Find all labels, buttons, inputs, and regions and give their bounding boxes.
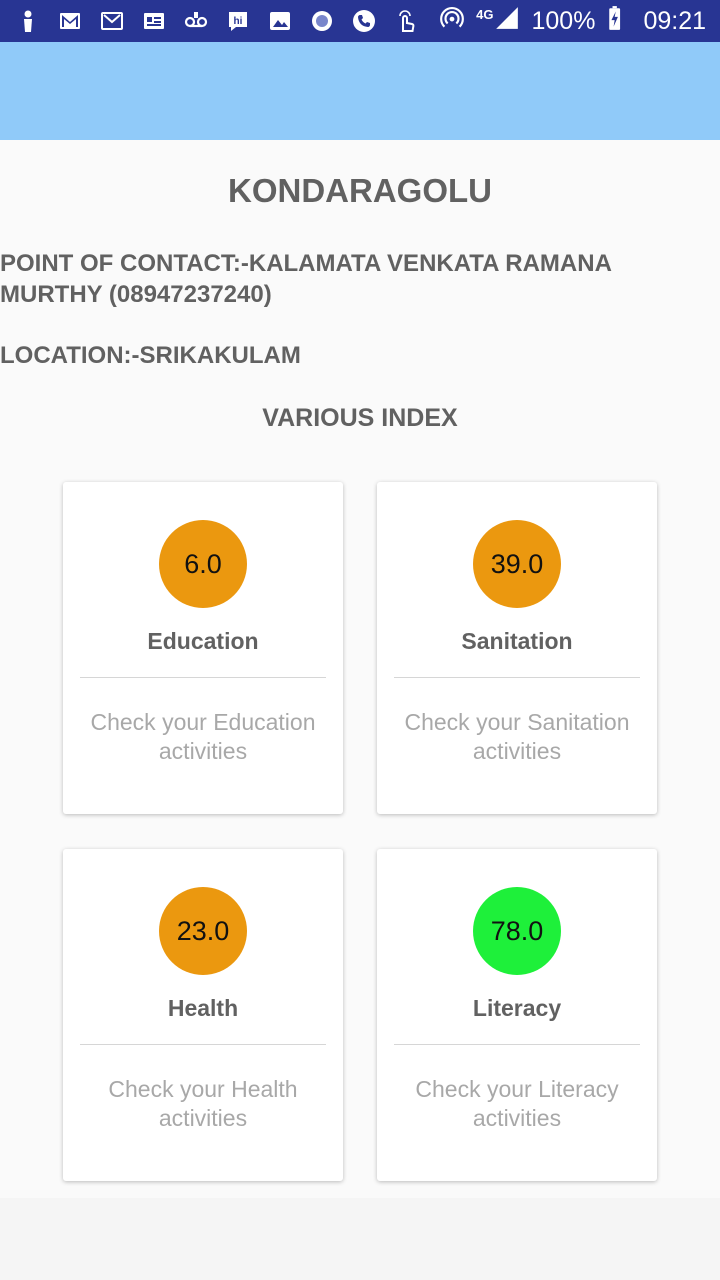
index-circle: 39.0 [473, 520, 561, 608]
card-label: Education [147, 628, 259, 654]
status-bar: hi 4G 100% 09:21 [0, 0, 720, 42]
card-description: Check your Health activities [108, 1076, 298, 1131]
divider [394, 1044, 640, 1045]
id-card-icon [140, 9, 168, 33]
phone-icon [350, 9, 378, 33]
card-label: Health [167, 995, 239, 1021]
card-label: Literacy [472, 995, 562, 1021]
person-icon [14, 9, 42, 33]
voicemail-icon [182, 9, 210, 33]
section-title: VARIOUS INDEX [262, 404, 458, 432]
divider [394, 677, 640, 678]
index-circle: 6.0 [159, 520, 247, 608]
clock: 09:21 [643, 6, 706, 35]
hike-icon: hi [224, 9, 252, 33]
location: LOCATION:-SRIKAKULAM [0, 342, 301, 369]
battery-icon [605, 5, 633, 38]
hotspot-icon [438, 5, 466, 38]
literacy-card[interactable]: 78.0 Literacy Check your Literacy activi… [377, 849, 657, 1181]
status-indicators: 4G 100% 09:21 [438, 0, 706, 42]
signal-icon [493, 5, 521, 38]
bottom-area [0, 1198, 720, 1280]
svg-text:hi: hi [234, 16, 243, 27]
card-label: Sanitation [461, 628, 573, 654]
app-bar [0, 42, 720, 140]
gmail-icon [98, 9, 126, 33]
divider [80, 1044, 326, 1045]
gmail-icon [56, 9, 84, 33]
card-description: Check your Literacy activities [415, 1076, 619, 1131]
battery-level: 100% [531, 6, 596, 35]
record-icon [308, 9, 336, 33]
touch-icon [392, 9, 420, 33]
education-card[interactable]: 6.0 Education Check your Education activ… [63, 482, 343, 814]
health-card[interactable]: 23.0 Health Check your Health activities [63, 849, 343, 1181]
index-circle: 23.0 [159, 887, 247, 975]
village-title: KONDARAGOLU [228, 172, 492, 209]
notification-icons: hi [14, 0, 420, 42]
network-type: 4G [476, 7, 494, 22]
card-description: Check your Education activities [90, 709, 316, 764]
sanitation-card[interactable]: 39.0 Sanitation Check your Sanitation ac… [377, 482, 657, 814]
card-description: Check your Sanitation activities [404, 709, 630, 764]
image-icon [266, 9, 294, 33]
divider [80, 677, 326, 678]
point-of-contact: POINT OF CONTACT:-KALAMATA VENKATA RAMAN… [0, 250, 612, 308]
index-circle: 78.0 [473, 887, 561, 975]
